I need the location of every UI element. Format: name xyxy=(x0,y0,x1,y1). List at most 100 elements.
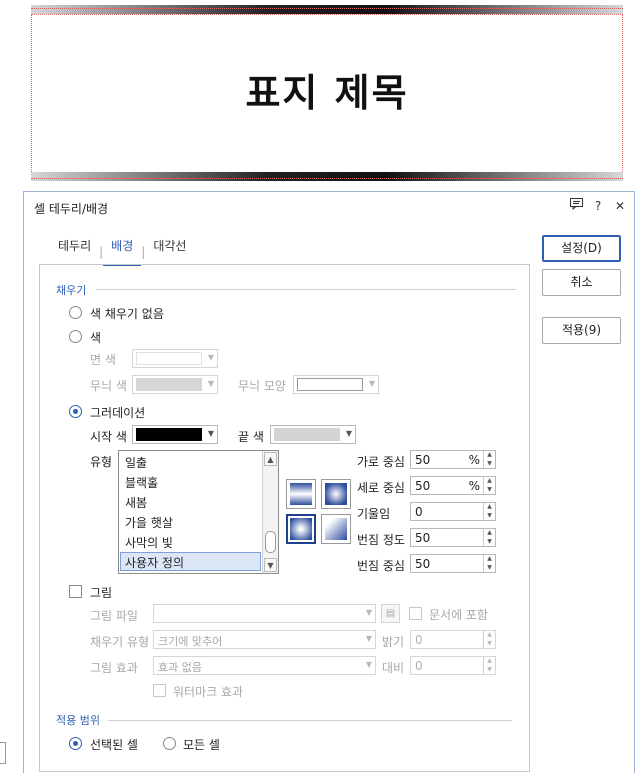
spin-up-icon[interactable]: ▲ xyxy=(484,477,495,486)
watermark-checkbox[interactable] xyxy=(153,684,166,697)
effect-select[interactable]: 효과 없음 ▼ xyxy=(153,656,376,675)
spin-down-icon[interactable]: ▼ xyxy=(484,666,495,675)
list-scrollbar[interactable]: ▲ ▼ xyxy=(262,451,278,573)
no-fill-radio[interactable] xyxy=(69,306,82,319)
select-value: 효과 없음 xyxy=(158,661,202,674)
scroll-up-icon[interactable]: ▲ xyxy=(264,452,277,466)
gradient-preset-square[interactable] xyxy=(286,514,316,544)
tab-border[interactable]: 테두리 xyxy=(50,238,99,266)
type-label: 유형 xyxy=(90,455,113,469)
spinner-value: 0 xyxy=(415,505,423,519)
picture-label: 그림 xyxy=(90,586,113,600)
include-in-doc-checkbox[interactable] xyxy=(409,607,422,620)
list-item[interactable]: 블랙홀 xyxy=(125,474,158,491)
document-title[interactable]: 표지 제목 xyxy=(31,62,623,117)
chevron-down-icon: ▼ xyxy=(345,429,352,438)
tab-background[interactable]: 배경 xyxy=(103,238,142,266)
close-icon[interactable]: ✕ xyxy=(612,198,628,214)
list-item[interactable]: 사용자 정의 xyxy=(125,554,184,571)
spin-up-icon[interactable]: ▲ xyxy=(484,631,495,640)
cell-boundary-line xyxy=(31,8,623,9)
chevron-down-icon: ▼ xyxy=(365,634,372,643)
color-swatch xyxy=(274,428,340,441)
cancel-button[interactable]: 취소 xyxy=(542,269,621,296)
scroll-thumb[interactable] xyxy=(265,531,276,553)
ok-button[interactable]: 설정(D) xyxy=(542,235,621,262)
spin-up-icon[interactable]: ▲ xyxy=(484,657,495,666)
fill-type-select[interactable]: 크기에 맞추어 ▼ xyxy=(153,630,376,649)
spinner-value: 50 xyxy=(415,479,431,493)
spinner-value: 50 xyxy=(415,453,431,467)
gradient-preview xyxy=(290,483,312,505)
spin-down-icon[interactable]: ▼ xyxy=(484,460,495,469)
gradient-preset-linear[interactable] xyxy=(286,479,316,509)
selected-cells-radio[interactable] xyxy=(69,737,82,750)
picture-checkbox[interactable] xyxy=(69,585,82,598)
dialog-titlebar[interactable]: 셀 테두리/배경 ? ✕ xyxy=(24,192,634,222)
list-item[interactable]: 새봄 xyxy=(125,494,147,511)
face-color-label: 면 색 xyxy=(90,353,116,367)
spin-down-icon[interactable]: ▼ xyxy=(484,640,495,649)
selected-cells-label: 선택된 셀 xyxy=(90,738,138,752)
chevron-down-icon: ▼ xyxy=(365,660,372,669)
list-item[interactable]: 가을 햇살 xyxy=(125,514,173,531)
face-color-select[interactable]: ▼ xyxy=(132,349,218,368)
contrast-label: 대비 xyxy=(382,661,405,675)
blur-center-spinner[interactable]: 50 ▲ ▼ xyxy=(410,554,496,573)
tilt-label: 기울임 xyxy=(357,507,391,521)
pattern-shape-label: 무늬 모양 xyxy=(238,379,286,393)
spinner-value: 50 xyxy=(415,557,431,571)
gradient-preview xyxy=(325,518,347,540)
spin-up-icon[interactable]: ▲ xyxy=(484,529,495,538)
brightness-spinner[interactable]: 0 ▲ ▼ xyxy=(410,630,496,649)
scroll-down-icon[interactable]: ▼ xyxy=(264,558,277,572)
list-item[interactable]: 일출 xyxy=(125,454,147,471)
blur-label: 번짐 정도 xyxy=(357,533,405,547)
spin-down-icon[interactable]: ▼ xyxy=(484,512,495,521)
apply-button[interactable]: 적용(9) xyxy=(542,317,621,344)
help-icon[interactable]: ? xyxy=(590,198,606,214)
spin-up-icon[interactable]: ▲ xyxy=(484,451,495,460)
fill-type-label: 채우기 유형 xyxy=(90,635,150,649)
center-x-spinner[interactable]: 50 % ▲ ▼ xyxy=(410,450,496,469)
center-y-spinner[interactable]: 50 % ▲ ▼ xyxy=(410,476,496,495)
gradient-type-list[interactable]: 일출 블랙홀 새봄 가을 햇살 사막의 빛 사용자 정의 ▲ ▼ xyxy=(118,450,279,574)
gradient-preset-corner[interactable] xyxy=(321,514,351,544)
contrast-spinner[interactable]: 0 ▲ ▼ xyxy=(410,656,496,675)
no-fill-label: 색 채우기 없음 xyxy=(90,307,164,321)
comment-icon[interactable] xyxy=(568,198,584,214)
browse-file-icon[interactable]: ▤ xyxy=(381,604,400,623)
end-color-select[interactable]: ▼ xyxy=(270,425,356,444)
gradient-preview xyxy=(325,483,347,505)
spin-up-icon[interactable]: ▲ xyxy=(484,503,495,512)
watermark-label: 워터마크 효과 xyxy=(173,685,244,699)
spin-down-icon[interactable]: ▼ xyxy=(484,538,495,547)
blur-spinner[interactable]: 50 ▲ ▼ xyxy=(410,528,496,547)
gradient-radio[interactable] xyxy=(69,405,82,418)
gradient-preset-radial[interactable] xyxy=(321,479,351,509)
start-color-select[interactable]: ▼ xyxy=(132,425,218,444)
spinner-value: 50 xyxy=(415,531,431,545)
pattern-swatch xyxy=(297,378,363,391)
list-item[interactable]: 사막의 빛 xyxy=(125,534,173,551)
effect-label: 그림 효과 xyxy=(90,661,138,675)
spin-down-icon[interactable]: ▼ xyxy=(484,564,495,573)
dialog-title: 셀 테두리/배경 xyxy=(34,202,109,216)
center-x-label: 가로 중심 xyxy=(357,455,405,469)
spin-up-icon[interactable]: ▲ xyxy=(484,555,495,564)
end-color-label: 끝 색 xyxy=(238,430,264,444)
chevron-down-icon: ▼ xyxy=(368,379,375,388)
divider xyxy=(96,289,516,290)
pattern-shape-select[interactable]: ▼ xyxy=(293,375,379,394)
tab-diagonal[interactable]: 대각선 xyxy=(145,238,194,266)
tilt-spinner[interactable]: 0 ▲ ▼ xyxy=(410,502,496,521)
color-fill-radio[interactable] xyxy=(69,330,82,343)
document-canvas: 표지 제목 xyxy=(0,0,636,190)
all-cells-radio[interactable] xyxy=(163,737,176,750)
chevron-down-icon: ▼ xyxy=(207,379,214,388)
picture-file-select[interactable]: ▼ xyxy=(153,604,376,623)
spin-down-icon[interactable]: ▼ xyxy=(484,486,495,495)
fill-section-title: 채우기 xyxy=(56,284,87,297)
pattern-color-select[interactable]: ▼ xyxy=(132,375,218,394)
gradient-label: 그러데이션 xyxy=(90,406,146,420)
